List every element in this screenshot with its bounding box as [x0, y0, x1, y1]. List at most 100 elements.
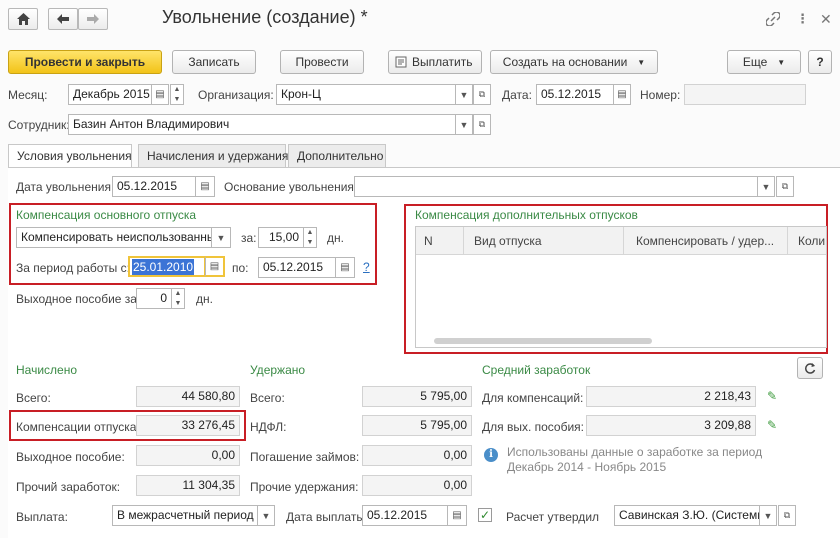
- severance-label: Выходное пособие за:: [16, 292, 141, 306]
- dismissal-date-label: Дата увольнения:: [16, 180, 115, 194]
- more-button[interactable]: Еще ▼: [727, 50, 801, 74]
- leave-days-for-label: за:: [241, 231, 257, 245]
- open-icon[interactable]: ⧉: [778, 505, 796, 526]
- back-button[interactable]: [48, 8, 78, 30]
- month-label: Месяц:: [8, 88, 48, 102]
- leave-mode-select[interactable]: Компенсировать неиспользованный: [16, 227, 212, 248]
- average-comp-label: Для компенсаций:: [482, 391, 584, 405]
- accrued-title: Начислено: [16, 363, 78, 377]
- payment-date-field[interactable]: 05.12.2015: [362, 505, 448, 526]
- other-earnings-label: Прочий заработок:: [16, 480, 121, 494]
- payment-select[interactable]: В межрасчетный период: [112, 505, 258, 526]
- main-leave-title: Компенсация основного отпуска: [16, 208, 197, 222]
- payment-date-label: Дата выплаты:: [286, 510, 369, 524]
- accrued-total-label: Всего:: [16, 391, 51, 405]
- help-link[interactable]: ?: [363, 260, 370, 274]
- calendar-icon[interactable]: ▤: [151, 84, 169, 105]
- period-from-label: За период работы с:: [16, 261, 130, 275]
- calendar-icon[interactable]: ▤: [447, 505, 467, 526]
- dropdown-arrow-icon[interactable]: ▼: [455, 84, 473, 105]
- other-deductions-label: Прочие удержания:: [250, 480, 359, 494]
- severance-days-field[interactable]: 0: [136, 288, 172, 309]
- tab-dismissal-conditions[interactable]: Условия увольнения: [8, 144, 132, 168]
- home-button[interactable]: [8, 8, 38, 30]
- period-to-label: по:: [232, 261, 249, 275]
- leave-days-unit: дн.: [327, 231, 344, 245]
- organization-field[interactable]: Крон-Ц: [276, 84, 456, 105]
- pay-button[interactable]: Выплатить: [388, 50, 482, 74]
- tab-additional[interactable]: Дополнительно: [288, 144, 386, 167]
- forward-button[interactable]: [78, 8, 108, 30]
- leave-days-spinner[interactable]: ▲ ▼: [303, 227, 317, 248]
- number-field[interactable]: [684, 84, 806, 105]
- loans-field: 0,00: [362, 445, 472, 466]
- dropdown-arrow-icon[interactable]: ▼: [455, 114, 473, 135]
- column-header[interactable]: N: [416, 227, 464, 255]
- calendar-icon[interactable]: ▤: [335, 257, 355, 278]
- info-icon: i: [484, 448, 498, 462]
- other-deductions-field: 0,00: [362, 475, 472, 496]
- period-from-value: 25.01.2010: [132, 259, 195, 275]
- column-header[interactable]: Коли: [788, 227, 826, 255]
- dropdown-arrow-icon[interactable]: ▼: [759, 505, 777, 526]
- save-button[interactable]: Записать: [172, 50, 256, 74]
- ndfl-field: 5 795,00: [362, 415, 472, 436]
- accrued-severance-label: Выходное пособие:: [16, 450, 125, 464]
- calendar-icon[interactable]: ▤: [613, 84, 631, 105]
- organization-label: Организация:: [198, 88, 274, 102]
- open-icon[interactable]: ⧉: [473, 84, 491, 105]
- month-field[interactable]: Декабрь 2015: [68, 84, 152, 105]
- approved-by-field[interactable]: Савинская З.Ю. (Системн: [614, 505, 760, 526]
- approved-checkbox[interactable]: ✓: [478, 508, 492, 522]
- month-spinner[interactable]: ▲ ▼: [170, 84, 184, 105]
- accrued-severance-field: 0,00: [136, 445, 240, 466]
- help-button[interactable]: ?: [808, 50, 832, 74]
- arrow-right-icon: [87, 14, 99, 24]
- more-vertical-icon[interactable]: ⋮: [796, 11, 809, 27]
- open-icon[interactable]: ⧉: [473, 114, 491, 135]
- average-sev-label: Для вых. пособия:: [482, 420, 585, 434]
- home-icon: [16, 13, 30, 25]
- dismissal-reason-label: Основание увольнения:: [224, 180, 358, 194]
- horizontal-scrollbar[interactable]: [434, 338, 652, 344]
- compensation-label: Компенсации отпуска:: [16, 420, 140, 434]
- calendar-icon[interactable]: ▤: [195, 176, 215, 197]
- post-and-close-button[interactable]: Провести и закрыть: [8, 50, 162, 74]
- leave-days-field[interactable]: 15,00: [258, 227, 304, 248]
- dropdown-arrow-icon[interactable]: ▼: [211, 227, 231, 248]
- column-header[interactable]: Компенсировать / удер...: [624, 227, 788, 255]
- withheld-title: Удержано: [250, 363, 306, 377]
- payment-label: Выплата:: [16, 510, 68, 524]
- dropdown-arrow-icon: ▼: [637, 57, 646, 67]
- dismissal-reason-field[interactable]: [354, 176, 758, 197]
- edit-icon[interactable]: ✎: [767, 418, 777, 432]
- average-info-line2: Декабрь 2014 - Ноябрь 2015: [507, 460, 667, 474]
- withheld-total-label: Всего:: [250, 391, 285, 405]
- close-icon[interactable]: ✕: [820, 11, 832, 27]
- tab-accruals-deductions[interactable]: Начисления и удержания: [138, 144, 288, 167]
- dropdown-arrow-icon[interactable]: ▼: [257, 505, 275, 526]
- average-comp-field: 2 218,43: [586, 386, 756, 407]
- calendar-icon[interactable]: ▤: [205, 256, 225, 277]
- create-based-on-label: Создать на основании: [502, 55, 628, 69]
- severance-unit: дн.: [196, 292, 213, 306]
- refresh-button[interactable]: [797, 357, 823, 379]
- dropdown-arrow-icon: ▼: [777, 57, 786, 67]
- pay-button-label: Выплатить: [412, 55, 473, 69]
- dropdown-arrow-icon[interactable]: ▼: [757, 176, 775, 197]
- edit-icon[interactable]: ✎: [767, 389, 777, 403]
- open-icon[interactable]: ⧉: [776, 176, 794, 197]
- post-button[interactable]: Провести: [280, 50, 364, 74]
- period-to-field[interactable]: 05.12.2015: [258, 257, 336, 278]
- dismissal-date-field[interactable]: 05.12.2015: [112, 176, 196, 197]
- severance-spinner[interactable]: ▲ ▼: [171, 288, 185, 309]
- link-icon[interactable]: [765, 11, 781, 30]
- number-label: Номер:: [640, 88, 681, 102]
- page-title: Увольнение (создание) *: [162, 7, 368, 27]
- date-field[interactable]: 05.12.2015: [536, 84, 614, 105]
- extra-leave-table[interactable]: N Вид отпуска Компенсировать / удер... К…: [415, 226, 827, 348]
- period-from-field[interactable]: 25.01.2010: [128, 256, 206, 277]
- column-header[interactable]: Вид отпуска: [464, 227, 624, 255]
- create-based-on-button[interactable]: Создать на основании ▼: [490, 50, 658, 74]
- employee-field[interactable]: Базин Антон Владимирович: [68, 114, 456, 135]
